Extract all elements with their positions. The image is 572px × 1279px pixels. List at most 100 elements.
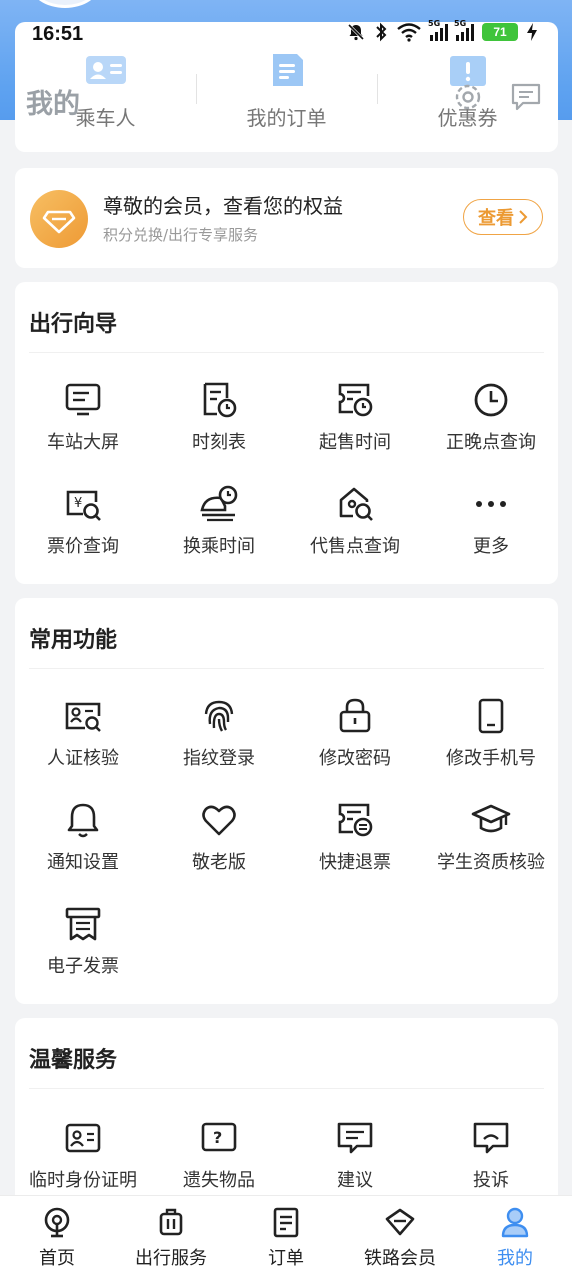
tab-my-orders[interactable]: 我的订单 (196, 52, 377, 131)
grid-label: 建议 (337, 1170, 373, 1191)
nav-label: 我的 (497, 1248, 533, 1269)
svg-text:¥: ¥ (74, 496, 82, 511)
temp-id-icon (65, 1123, 101, 1153)
grid-item-student-verify[interactable]: 学生资质核验 (423, 800, 559, 874)
bluetooth-icon (376, 22, 387, 42)
divider (29, 1088, 544, 1089)
nav-orders[interactable]: 订单 (229, 1206, 343, 1270)
nav-label: 出行服务 (135, 1248, 207, 1269)
gear-icon[interactable] (451, 80, 485, 114)
view-button-label: 查看 (478, 208, 514, 229)
svg-text:?: ? (213, 1128, 222, 1147)
travel-guide-section: 出行向导 车站大屏 时刻表 起售时间 正晚点查询 ¥ 票价查询 换乘时间 代售点… (15, 282, 558, 584)
grid-item-more[interactable]: 更多 (423, 484, 559, 558)
avatar[interactable] (30, 0, 100, 8)
phone-icon (478, 698, 504, 734)
section-title: 常用功能 (29, 628, 118, 653)
user-icon (501, 1207, 529, 1238)
grid-item-transfer-time[interactable]: 换乘时间 (151, 484, 287, 558)
grid-label: 快捷退票 (319, 852, 391, 873)
status-time: 16:51 (32, 23, 84, 45)
grid-label: 投诉 (473, 1170, 509, 1191)
message-icon[interactable] (509, 80, 543, 114)
divider (29, 352, 544, 353)
nav-railway-member[interactable]: 铁路会员 (343, 1206, 457, 1270)
member-title: 尊敬的会员，查看您的权益 (103, 194, 343, 218)
grid-label: 修改密码 (319, 748, 391, 769)
bottom-nav: 首页 出行服务 订单 铁路会员 我的 (0, 1195, 572, 1279)
bell-icon (67, 803, 99, 838)
grid-label: 更多 (473, 536, 509, 557)
member-badge-icon (30, 190, 88, 248)
graduation-cap-icon (471, 804, 511, 833)
grid-item-station-screen[interactable]: 车站大屏 (15, 380, 151, 454)
warm-services-section: 温馨服务 临时身份证明 ? 遗失物品 建议 投诉 (15, 1018, 558, 1218)
transfer-time-icon (200, 485, 238, 522)
grid-item-suggestion[interactable]: 建议 (287, 1118, 423, 1192)
grid-item-change-password[interactable]: 修改密码 (287, 696, 423, 770)
grid-label: 敬老版 (192, 852, 246, 873)
grid-item-e-invoice[interactable]: 电子发票 (15, 904, 151, 978)
member-card[interactable]: 尊敬的会员，查看您的权益 积分兑换/出行专享服务 查看 (15, 168, 558, 268)
view-benefits-button[interactable]: 查看 (463, 199, 543, 235)
nav-home[interactable]: 首页 (0, 1206, 114, 1270)
grid-label: 电子发票 (47, 956, 119, 977)
section-title: 温馨服务 (29, 1048, 118, 1073)
nav-label: 首页 (39, 1248, 75, 1269)
wifi-icon (397, 23, 421, 42)
timetable-icon (203, 382, 237, 418)
sale-time-icon (338, 383, 373, 417)
grid-label: 时刻表 (192, 432, 246, 453)
suggestion-icon (337, 1122, 373, 1154)
common-functions-section: 常用功能 人证核验 指纹登录 修改密码 修改手机号 通知设置 敬老版 快捷退票 … (15, 598, 558, 1004)
network-type-1: 5G (428, 19, 441, 28)
grid-item-notification-settings[interactable]: 通知设置 (15, 800, 151, 874)
status-bar: 16:51 5G 5G 71 (0, 18, 572, 52)
fingerprint-icon (204, 700, 234, 732)
passenger-card-icon (85, 56, 126, 84)
grid-item-sale-time[interactable]: 起售时间 (287, 380, 423, 454)
fare-search-icon: ¥ (66, 490, 101, 521)
grid-item-complaint[interactable]: 投诉 (423, 1118, 559, 1192)
grid-item-temp-id[interactable]: 临时身份证明 (15, 1118, 151, 1192)
charging-icon (527, 23, 537, 41)
grid-item-fingerprint[interactable]: 指纹登录 (151, 696, 287, 770)
home-train-icon (44, 1207, 70, 1238)
grid-label: 换乘时间 (183, 536, 255, 557)
more-dots-icon (476, 501, 506, 507)
diamond-icon (385, 1208, 415, 1236)
grid-label: 起售时间 (319, 432, 391, 453)
lock-icon (339, 698, 371, 733)
lost-item-icon: ? (201, 1122, 237, 1152)
grid-label: 票价查询 (47, 536, 119, 557)
agency-search-icon (339, 487, 373, 521)
grid-item-change-phone[interactable]: 修改手机号 (423, 696, 559, 770)
nav-mine[interactable]: 我的 (458, 1206, 572, 1270)
grid-item-quick-refund[interactable]: 快捷退票 (287, 800, 423, 874)
chevron-right-icon (519, 210, 528, 224)
grid-item-agency-query[interactable]: 代售点查询 (287, 484, 423, 558)
grid-item-id-verify[interactable]: 人证核验 (15, 696, 151, 770)
grid-label: 修改手机号 (446, 748, 536, 769)
invoice-icon (65, 907, 101, 941)
luggage-icon (159, 1208, 183, 1236)
divider (29, 668, 544, 669)
grid-item-delay-query[interactable]: 正晚点查询 (423, 380, 559, 454)
grid-label: 车站大屏 (47, 432, 119, 453)
grid-item-fare-query[interactable]: ¥ 票价查询 (15, 484, 151, 558)
grid-label: 人证核验 (47, 748, 119, 769)
grid-label: 通知设置 (47, 852, 119, 873)
grid-item-lost-items[interactable]: ? 遗失物品 (151, 1118, 287, 1192)
grid-label: 遗失物品 (183, 1170, 255, 1191)
order-doc-icon (272, 54, 303, 86)
network-type-2: 5G (454, 19, 467, 28)
clock-icon (474, 383, 508, 417)
grid-item-timetable[interactable]: 时刻表 (151, 380, 287, 454)
id-verify-icon (65, 702, 101, 732)
station-screen-icon (65, 383, 101, 416)
nav-travel-services[interactable]: 出行服务 (114, 1206, 228, 1270)
grid-item-elder-mode[interactable]: 敬老版 (151, 800, 287, 874)
nav-label: 订单 (268, 1248, 304, 1269)
signal-icon: 5G (454, 19, 474, 41)
grid-label: 代售点查询 (310, 536, 400, 557)
